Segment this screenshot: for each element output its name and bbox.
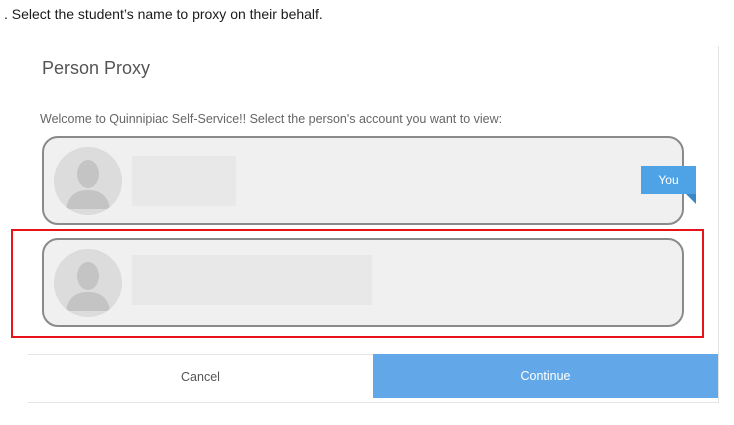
- you-badge: You: [641, 166, 696, 194]
- dialog-title: Person Proxy: [42, 58, 151, 78]
- account-name-redacted: [132, 156, 236, 206]
- welcome-message: Welcome to Quinnipiac Self-Service!! Sel…: [40, 112, 503, 126]
- person-silhouette-icon: [54, 147, 122, 215]
- avatar-icon: [54, 147, 122, 215]
- instruction-text: . Select the student’s name to proxy on …: [4, 6, 323, 22]
- account-card-self[interactable]: [42, 136, 684, 225]
- cancel-button[interactable]: Cancel: [28, 354, 373, 399]
- selection-highlight-box: [11, 229, 704, 338]
- continue-button[interactable]: Continue: [373, 354, 718, 398]
- badge-tail: [686, 194, 696, 204]
- person-proxy-dialog: Person Proxy Welcome to Quinnipiac Self-…: [28, 46, 719, 403]
